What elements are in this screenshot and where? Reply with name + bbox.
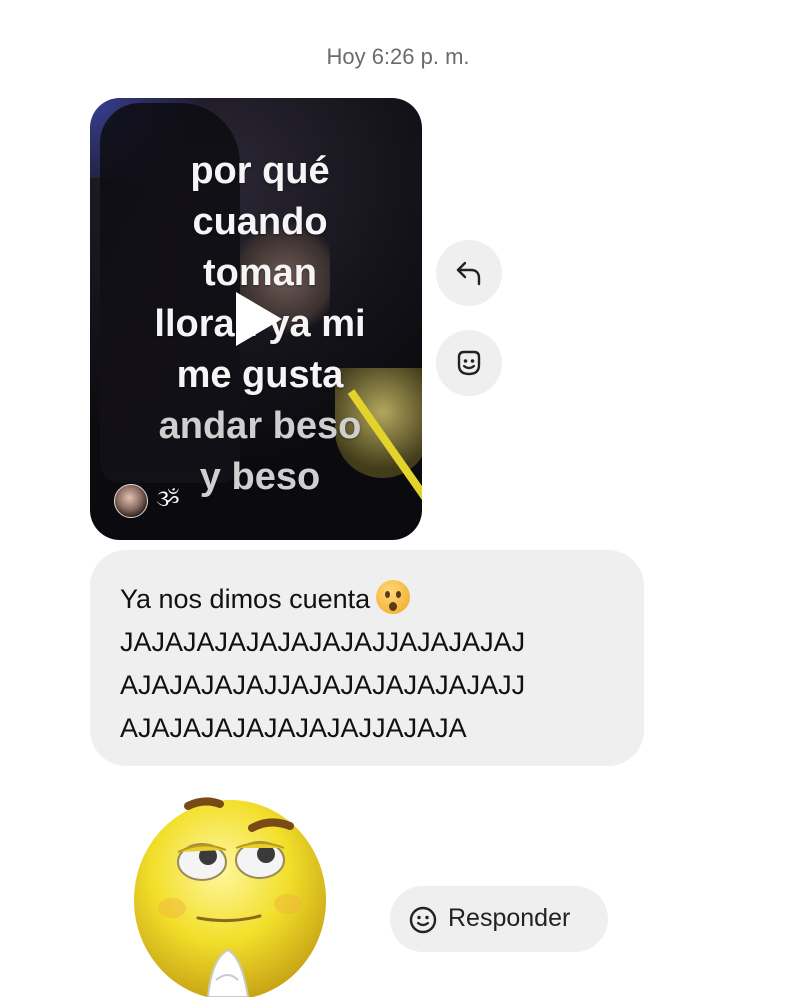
shared-video-card[interactable]: por qué cuando toman lloran ya mi me gus… [90,98,422,540]
message-text: Ya nos dimos cuenta [120,584,371,614]
smile-react-icon [457,350,481,376]
play-icon[interactable] [236,292,282,346]
caption-line: andar beso [158,405,362,447]
creator-avatar[interactable] [114,484,148,518]
react-button[interactable] [436,330,502,396]
creator-name[interactable]: ૐ [156,486,180,512]
smile-icon [409,906,437,934]
responder-label: Responder [448,904,571,932]
responder-button[interactable]: Responder [390,886,608,952]
anguished-face-emoji [376,580,411,614]
message-line: AJAJAJAJAJAJAJAJJAJAJA [120,713,467,743]
praying-smiley-sticker[interactable] [120,790,350,997]
message-line: AJAJAJAJAJJAJAJAJAJAJAJAJJ [120,670,526,700]
caption-line: me gusta [176,354,344,396]
caption-line: por qué [190,150,330,192]
reply-arrow-icon [456,261,481,286]
caption-line: cuando [192,201,328,243]
message-line: JAJAJAJAJAJAJAJAJJAJAJAJAJ [120,627,526,657]
message-timestamp: Hoy 6:26 p. m. [326,44,470,69]
reply-button[interactable] [436,240,502,306]
message-bubble[interactable]: Ya nos dimos cuenta JAJAJAJAJAJAJAJAJJAJ… [90,550,644,766]
message-line: Ya nos dimos cuenta [120,578,616,621]
